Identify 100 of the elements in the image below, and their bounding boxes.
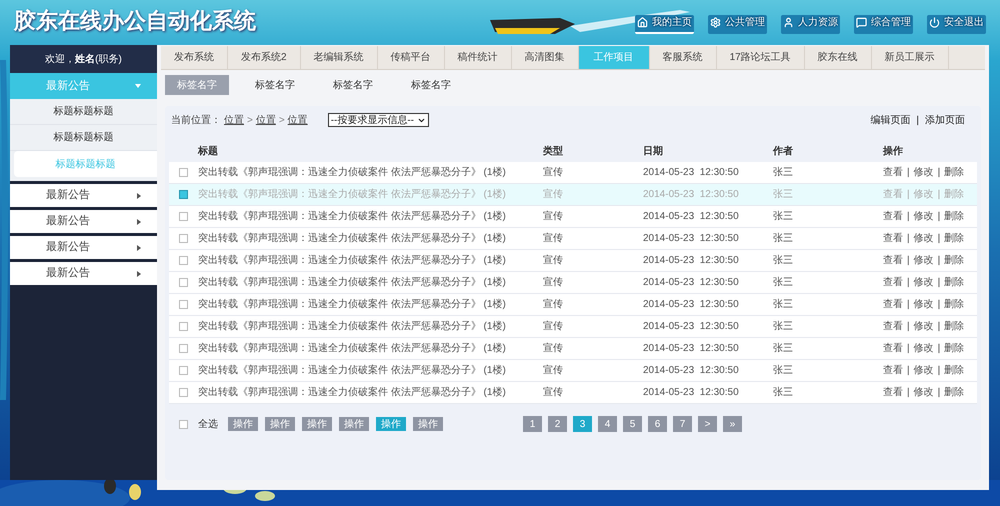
- row-checkbox[interactable]: [179, 322, 188, 331]
- select-all-checkbox[interactable]: [179, 420, 188, 428]
- row-action-link[interactable]: 修改: [914, 165, 934, 180]
- action-separator: |: [938, 232, 940, 246]
- row-checkbox[interactable]: [179, 300, 188, 309]
- row-action-link[interactable]: 修改: [914, 253, 934, 268]
- nav-link[interactable]: 我的主页: [635, 15, 694, 34]
- tab[interactable]: 客服系统: [650, 46, 717, 69]
- page-action-link[interactable]: 添加页面: [925, 112, 965, 128]
- table-row[interactable]: 突出转载《郭声琨强调：迅速全力侦破案件 依法严惩暴恐分子》 (1楼) 宣传 2014-05-23 12:30:50 张三 查看 | 修改 | 删除: [169, 162, 977, 184]
- row-checkbox[interactable]: [179, 190, 188, 199]
- row-checkbox[interactable]: [179, 366, 188, 375]
- row-action-link[interactable]: 查看: [883, 341, 903, 356]
- row-checkbox[interactable]: [179, 388, 188, 397]
- nav-link[interactable]: 公共管理: [708, 15, 767, 34]
- row-action-link[interactable]: 删除: [944, 253, 964, 268]
- table-row[interactable]: 突出转载《郭声琨强调：迅速全力侦破案件 依法严惩暴恐分子》 (1楼) 宣传 2014-05-23 12:30:50 张三 查看 | 修改 | 删除: [169, 338, 977, 360]
- row-action-link[interactable]: 修改: [914, 275, 934, 290]
- row-action-link[interactable]: 查看: [883, 253, 903, 268]
- row-action-link[interactable]: 删除: [944, 385, 964, 400]
- menu-header[interactable]: 最新公告: [10, 233, 157, 259]
- row-action-link[interactable]: 查看: [883, 319, 903, 334]
- row-action-link[interactable]: 删除: [944, 341, 964, 356]
- breadcrumb-link[interactable]: 位置: [256, 112, 276, 128]
- row-checkbox[interactable]: [179, 168, 188, 177]
- tab[interactable]: 17路论坛工具: [716, 46, 805, 69]
- row-action-link[interactable]: 删除: [944, 275, 964, 290]
- tab[interactable]: 传稿平台: [378, 46, 445, 69]
- row-action-link[interactable]: 删除: [944, 231, 964, 246]
- title-cell: 突出转载《郭声琨强调：迅速全力侦破案件 依法严惩暴恐分子》 (1楼): [198, 211, 506, 222]
- menu-header[interactable]: 最新公告: [10, 207, 157, 233]
- date-cell: 2014-05-23 12:30:50: [643, 321, 739, 332]
- row-action-link[interactable]: 查看: [883, 363, 903, 378]
- row-action-link[interactable]: 删除: [944, 363, 964, 378]
- row-action-link[interactable]: 查看: [883, 231, 903, 246]
- table-row[interactable]: 突出转载《郭声琨强调：迅速全力侦破案件 依法严惩暴恐分子》 (1楼) 宣传 2014-05-23 12:30:50 张三 查看 | 修改 | 删除: [169, 228, 977, 250]
- table-row[interactable]: 突出转载《郭声琨强调：迅速全力侦破案件 依法严惩暴恐分子》 (1楼) 宣传 2014-05-23 12:30:50 张三 查看 | 修改 | 删除: [169, 360, 977, 382]
- type-cell: 宣传: [543, 189, 563, 200]
- table-row[interactable]: 突出转载《郭声琨强调：迅速全力侦破案件 依法严惩暴恐分子》 (1楼) 宣传 2014-05-23 12:30:50 张三 查看 | 修改 | 删除: [169, 206, 977, 228]
- nav-link[interactable]: 综合管理: [854, 15, 913, 34]
- row-action-link[interactable]: 修改: [914, 209, 934, 224]
- breadcrumb-link[interactable]: 位置: [288, 112, 308, 128]
- menu-header[interactable]: 最新公告: [10, 259, 157, 285]
- table-row[interactable]: 突出转载《郭声琨强调：迅速全力侦破案件 依法严惩暴恐分子》 (1楼) 宣传 2014-05-23 12:30:50 张三 查看 | 修改 | 删除: [169, 382, 977, 404]
- row-action-link[interactable]: 查看: [883, 297, 903, 312]
- action-separator: |: [938, 210, 940, 224]
- breadcrumb-link[interactable]: 位置: [224, 112, 244, 128]
- row-action-link[interactable]: 删除: [944, 165, 964, 180]
- tab[interactable]: 发布系统2: [228, 46, 301, 69]
- action-separator: |: [907, 342, 910, 356]
- type-cell: 宣传: [543, 167, 563, 178]
- column-header: 标题: [198, 146, 218, 156]
- row-action-link[interactable]: 修改: [914, 319, 934, 334]
- menu-header[interactable]: 最新公告: [10, 181, 157, 207]
- row-action-link[interactable]: 查看: [883, 385, 903, 400]
- row-action-link[interactable]: 修改: [914, 297, 934, 312]
- date-cell: 2014-05-23 12:30:50: [643, 299, 739, 310]
- tab[interactable]: 新员工展示: [872, 46, 949, 69]
- action-separator: |: [907, 188, 910, 202]
- table-row[interactable]: 突出转载《郭声琨强调：迅速全力侦破案件 依法严惩暴恐分子》 (1楼) 宣传 2014-05-23 12:30:50 张三 查看 | 修改 | 删除: [169, 294, 977, 316]
- row-action-link[interactable]: 修改: [914, 341, 934, 356]
- sub-tab[interactable]: 标签名字: [399, 75, 463, 95]
- title-cell: 突出转载《郭声琨强调：迅速全力侦破案件 依法严惩暴恐分子》 (1楼): [198, 365, 506, 376]
- action-separator: |: [938, 364, 940, 378]
- date-cell: 2014-05-23 12:30:50: [643, 343, 739, 354]
- table-row[interactable]: 突出转载《郭声琨强调：迅速全力侦破案件 依法严惩暴恐分子》 (1楼) 宣传 2014-05-23 12:30:50 张三 查看 | 修改 | 删除: [169, 272, 977, 294]
- page-action-link[interactable]: 编辑页面: [870, 112, 910, 128]
- row-action-link[interactable]: 删除: [944, 297, 964, 312]
- tab[interactable]: 胶东在线: [804, 46, 872, 69]
- sub-tab[interactable]: 标签名字: [243, 75, 307, 95]
- row-action-link[interactable]: 修改: [914, 231, 934, 246]
- filter-select[interactable]: --按要求显示信息--: [328, 113, 430, 127]
- title-cell: 突出转载《郭声琨强调：迅速全力侦破案件 依法严惩暴恐分子》 (1楼): [198, 299, 506, 310]
- row-action-link[interactable]: 修改: [914, 363, 934, 378]
- row-checkbox[interactable]: [179, 344, 188, 353]
- row-action-link[interactable]: 查看: [883, 209, 903, 224]
- author-cell: 张三: [773, 299, 793, 310]
- title-cell: 突出转载《郭声琨强调：迅速全力侦破案件 依法严惩暴恐分子》 (1楼): [198, 277, 506, 288]
- row-checkbox[interactable]: [179, 278, 188, 287]
- row-checkbox[interactable]: [179, 212, 188, 221]
- row-action-link[interactable]: 修改: [914, 385, 934, 400]
- action-separator: |: [938, 386, 940, 400]
- action-separator: |: [907, 386, 910, 400]
- table-row[interactable]: 突出转载《郭声琨强调：迅速全力侦破案件 依法严惩暴恐分子》 (1楼) 宣传 2014-05-23 12:30:50 张三 查看 | 修改 | 删除: [169, 250, 977, 272]
- row-action-link[interactable]: 删除: [944, 319, 964, 334]
- row-action-link[interactable]: 删除: [944, 209, 964, 224]
- row-checkbox[interactable]: [179, 234, 188, 243]
- author-cell: 张三: [773, 365, 793, 376]
- row-action-link[interactable]: 查看: [883, 275, 903, 290]
- row-action-link[interactable]: 查看: [883, 165, 903, 180]
- tab[interactable]: 老编辑系统: [300, 46, 378, 69]
- table-row[interactable]: 突出转载《郭声琨强调：迅速全力侦破案件 依法严惩暴恐分子》 (1楼) 宣传 2014-05-23 12:30:50 张三 查看 | 修改 | 删除: [169, 316, 977, 338]
- sub-tab[interactable]: 标签名字: [321, 75, 385, 95]
- nav-link[interactable]: 安全退出: [927, 15, 986, 34]
- tab[interactable]: 稿件统计: [444, 46, 512, 69]
- nav-link[interactable]: 人力资源: [781, 15, 840, 34]
- tab[interactable]: 发布系统: [161, 46, 228, 69]
- date-cell: 2014-05-23 12:30:50: [643, 277, 739, 288]
- row-checkbox[interactable]: [179, 256, 188, 265]
- column-header: 作者: [773, 146, 793, 156]
